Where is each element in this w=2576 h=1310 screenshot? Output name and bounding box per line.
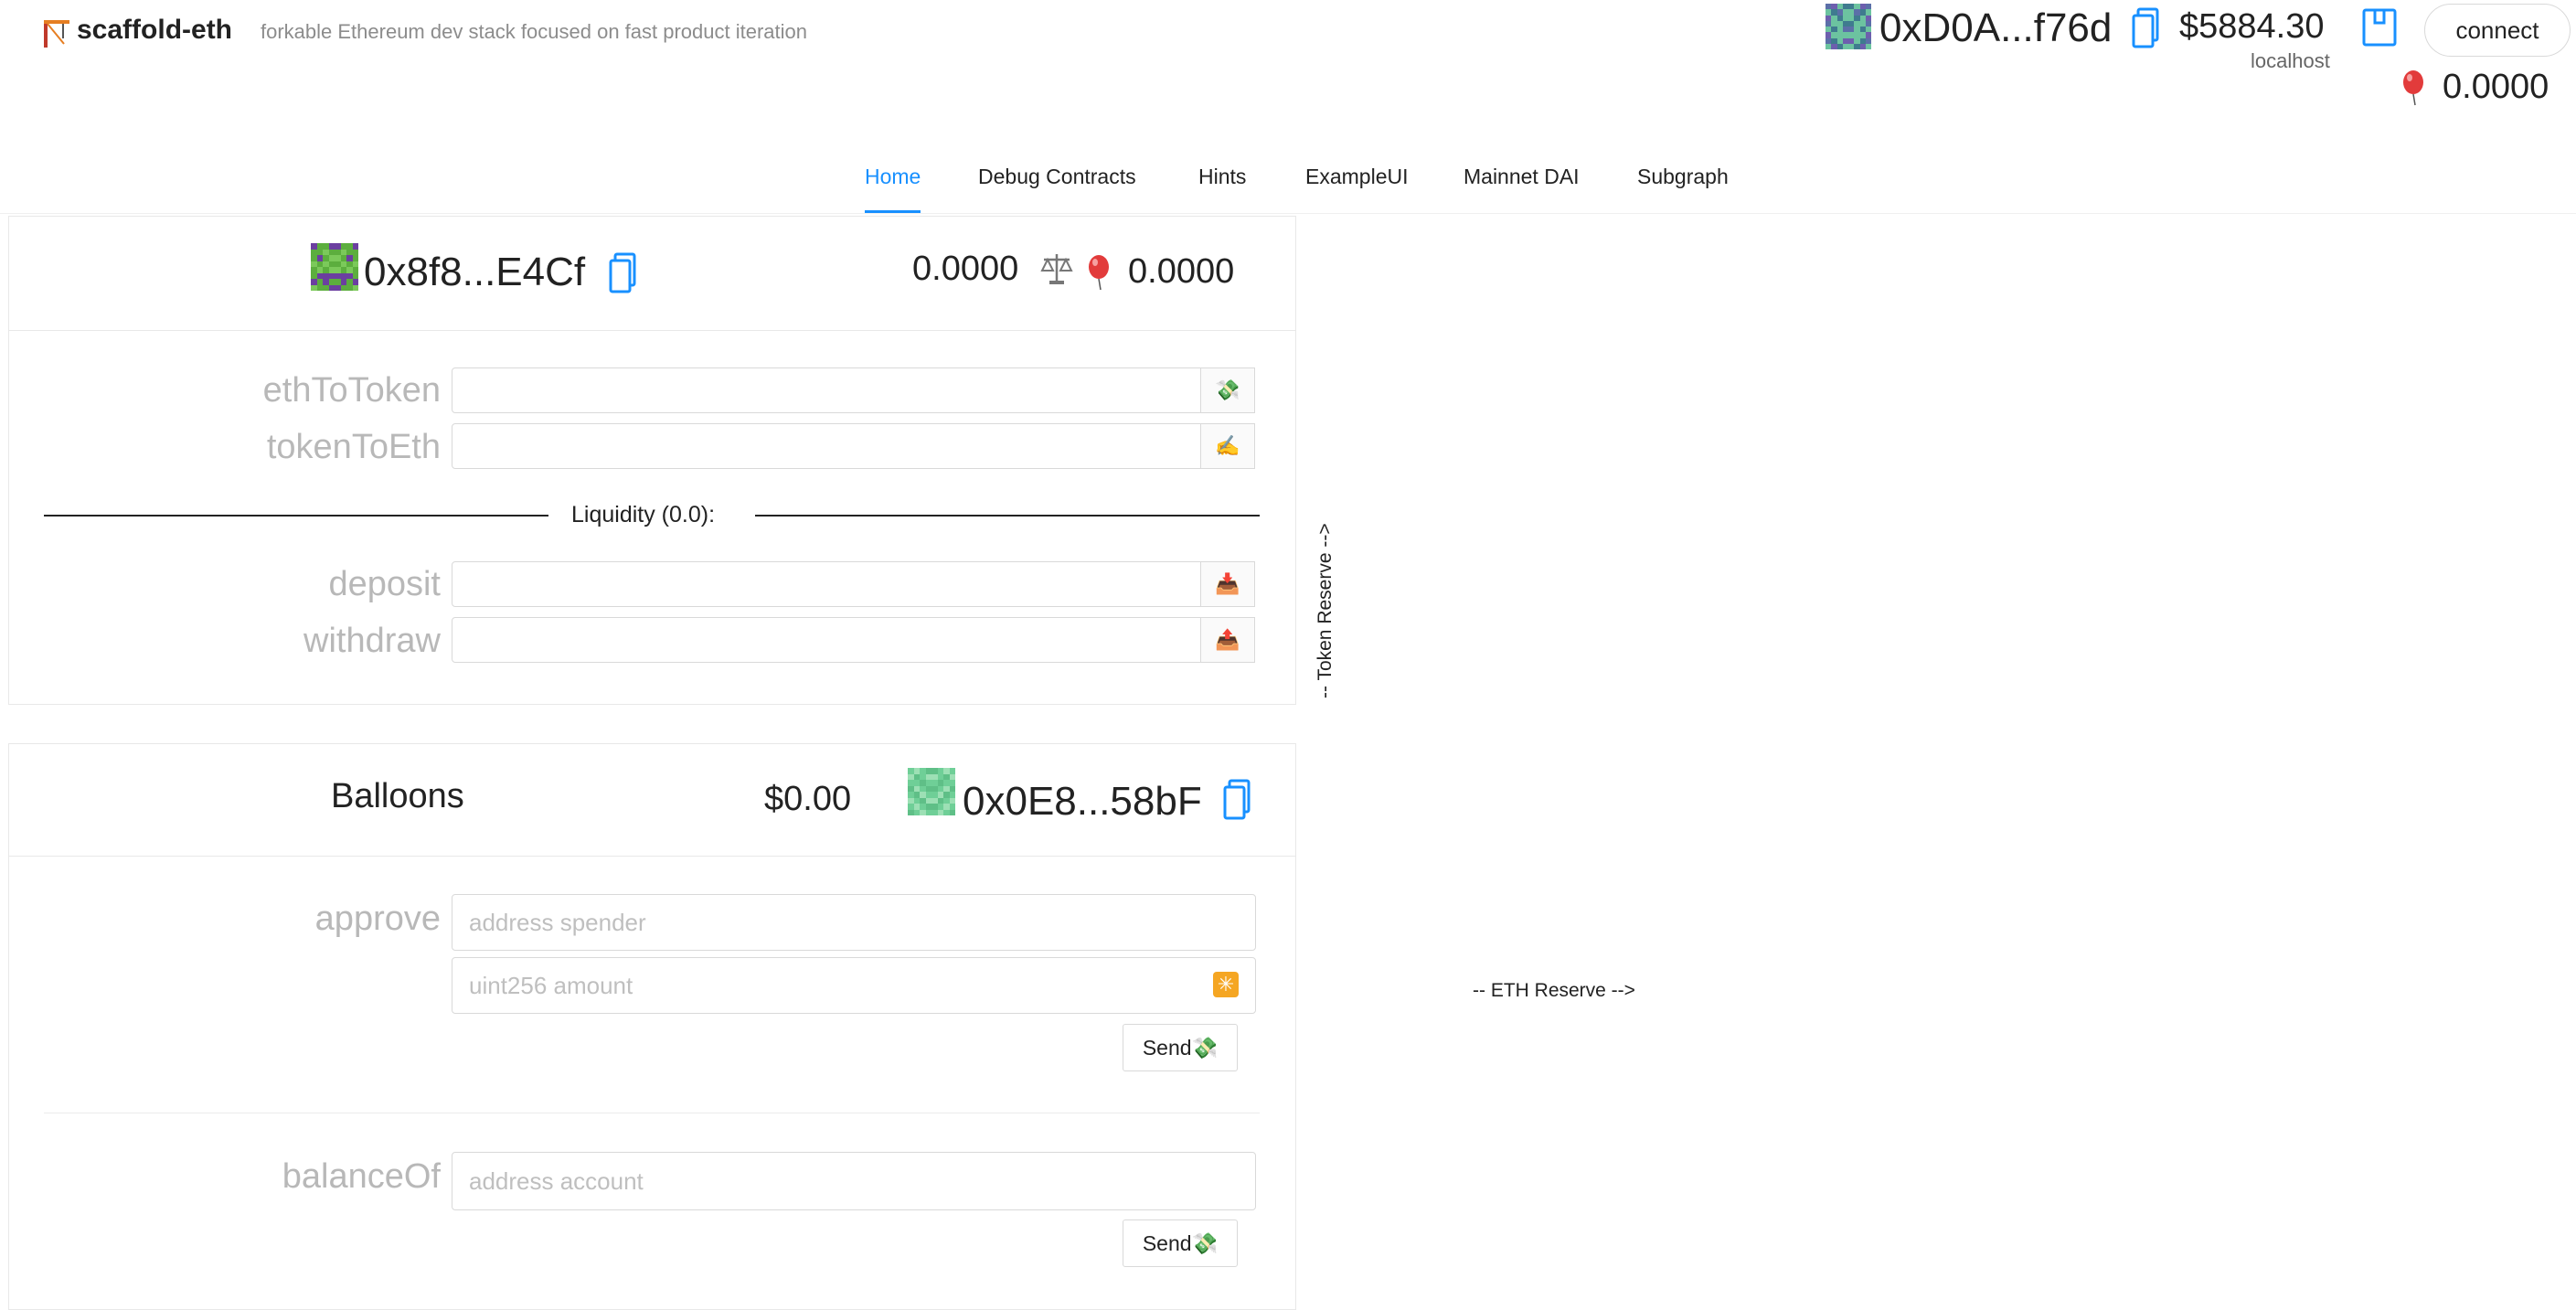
tab-home[interactable]: Home [865,165,921,189]
nav-bottom-border [0,213,2576,214]
curve-y-axis-label: -- Token Reserve --> [1315,523,1336,698]
tab-debug-contracts[interactable]: Debug Contracts [978,165,1136,189]
app-title[interactable]: scaffold-eth [77,15,232,46]
dex-eth-balance: 0.0000 [912,250,1019,288]
withdraw-input[interactable] [452,617,1201,663]
copy-icon[interactable] [609,252,636,294]
account-avatar [1826,4,1871,49]
multiply-icon[interactable]: ✳ [1213,972,1239,997]
approve-spender-input[interactable]: address spender [452,894,1256,951]
network-name: localhost [2251,49,2330,72]
liquidity-divider-right [755,515,1260,517]
balloon-icon [1086,254,1112,291]
balanceof-send-button[interactable]: Send💸 [1123,1219,1238,1267]
approve-send-button[interactable]: Send💸 [1123,1024,1238,1071]
balloons-card-header-divider [9,856,1295,857]
liquidity-label: Liquidity (0.0): [571,502,716,527]
outbox-tray-icon[interactable]: 📤 [1200,617,1255,663]
tokentoeth-label: tokenToEth [266,428,441,466]
construction-crane-icon [40,16,73,49]
ethtotoken-input[interactable] [452,367,1201,413]
withdraw-label: withdraw [303,622,441,660]
tab-hints[interactable]: Hints [1198,165,1246,189]
tab-exampleui[interactable]: ExampleUI [1305,165,1408,189]
ethtotoken-label: ethToToken [262,371,441,410]
balloons-title: Balloons [331,777,464,815]
dex-address[interactable]: 0x8f8...E4Cf [364,250,585,295]
account-address[interactable]: 0xD0A...f76d [1879,5,2112,51]
balanceof-account-input[interactable]: address account [452,1152,1256,1210]
money-wings-icon[interactable]: 💸 [1200,367,1255,413]
active-tab-indicator [865,210,921,213]
deposit-label: deposit [328,565,441,603]
balloons-address[interactable]: 0x0E8...58bF [963,779,1202,825]
tab-subgraph[interactable]: Subgraph [1637,165,1729,189]
account-balloon-balance: 0.0000 [2443,68,2549,106]
curve-x-axis-label: -- ETH Reserve --> [1473,980,1635,1001]
copy-icon[interactable] [2132,7,2159,49]
dex-card-header-divider [9,330,1295,331]
balloon-icon [2400,69,2426,106]
liquidity-divider-left [44,515,548,517]
deposit-input[interactable] [452,561,1201,607]
wallet-icon[interactable] [2361,7,2398,48]
copy-icon[interactable] [1223,779,1251,821]
inbox-tray-icon[interactable]: 📥 [1200,561,1255,607]
balloons-usd-value: $0.00 [764,780,852,818]
balloons-avatar [908,768,955,815]
approve-label: approve [314,900,441,938]
dex-avatar [311,243,358,291]
app-subtitle: forkable Ethereum dev stack focused on f… [261,20,807,43]
dex-token-balance: 0.0000 [1128,252,1235,291]
tab-mainnet-dai[interactable]: Mainnet DAI [1464,165,1580,189]
balanceof-label: balanceOf [282,1157,441,1196]
balloons-card [8,743,1296,1310]
account-usd-balance[interactable]: $5884.30 [2179,7,2325,47]
scales-icon [1040,250,1073,287]
pen-icon[interactable]: ✍ [1200,423,1255,469]
approve-amount-input[interactable]: uint256 amount [452,957,1256,1014]
tokentoeth-input[interactable] [452,423,1201,469]
connect-button[interactable]: connect [2424,4,2571,57]
